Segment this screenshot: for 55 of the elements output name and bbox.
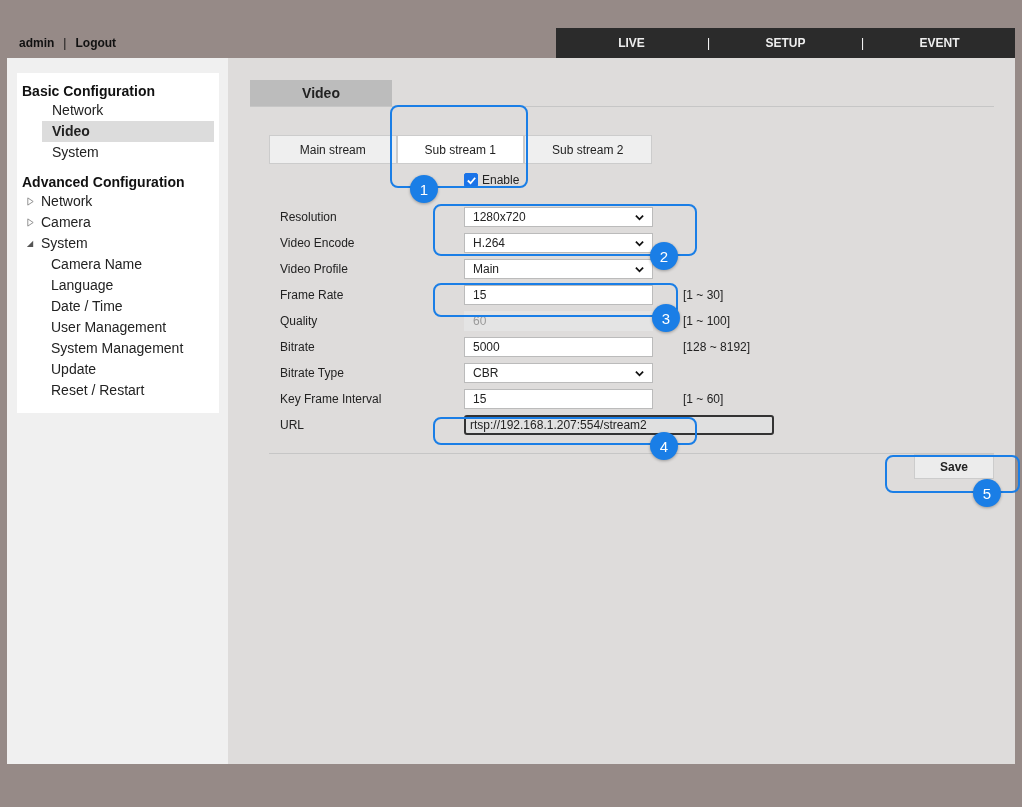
input-field[interactable]: 15 xyxy=(464,285,653,305)
tree-item[interactable]: Network xyxy=(22,191,214,212)
dropdown[interactable]: H.264 xyxy=(464,233,653,253)
dropdown[interactable]: Main xyxy=(464,259,653,279)
field-label: Quality xyxy=(280,314,319,328)
separator-text: | xyxy=(63,36,67,50)
sidebar-item[interactable]: User Management xyxy=(22,317,214,338)
section-title: Basic Configuration xyxy=(22,83,156,100)
field-label: Video Encode xyxy=(280,236,356,250)
dropdown[interactable]: CBR xyxy=(464,363,653,383)
chevron-down-icon xyxy=(635,368,644,378)
range-hint: [128 ~ 8192] xyxy=(683,340,751,354)
stream-tab[interactable]: Sub stream 1 xyxy=(396,135,524,164)
nav-tab[interactable]: SETUP xyxy=(710,36,861,50)
range-hint: [1 ~ 60] xyxy=(683,392,724,406)
section-title: Advanced Configuration xyxy=(22,174,186,191)
dropdown[interactable]: 1280x720 xyxy=(464,207,653,227)
sidebar-item[interactable]: Reset / Restart xyxy=(22,380,214,401)
sidebar-item[interactable]: Date / Time xyxy=(22,296,214,317)
chevron-down-icon xyxy=(635,264,644,274)
field-label: URL xyxy=(280,418,305,432)
sidebar-item[interactable]: System Management xyxy=(22,338,214,359)
user-name: admin xyxy=(19,36,55,50)
field-label: Video Profile xyxy=(280,262,349,276)
sidebar-item[interactable]: Video xyxy=(42,121,214,142)
field-label: Bitrate Type xyxy=(280,366,345,380)
nav-tab[interactable]: EVENT xyxy=(864,36,1015,50)
chevron-down-icon xyxy=(635,238,644,248)
field-label: Key Frame Interval xyxy=(280,392,383,406)
tree-item[interactable]: System xyxy=(22,233,214,254)
sidebar-item[interactable]: Update xyxy=(22,359,214,380)
sidebar-item[interactable]: Camera Name xyxy=(22,254,214,275)
enable-label: Enable xyxy=(482,173,520,187)
nav-separator: | xyxy=(860,36,865,50)
tree-item[interactable]: Camera xyxy=(22,212,214,233)
field-label: Frame Rate xyxy=(280,288,345,302)
nav-tab[interactable]: LIVE xyxy=(556,36,707,50)
stream-tab[interactable]: Sub stream 2 xyxy=(524,135,652,164)
nav-separator: | xyxy=(706,36,711,50)
field-label: Resolution xyxy=(280,210,338,224)
stream-tab[interactable]: Main stream xyxy=(269,135,397,164)
save-button[interactable]: Save xyxy=(914,454,994,479)
url-field[interactable]: rtsp://192.168.1.207:554/stream2 xyxy=(464,415,774,435)
sidebar-item[interactable]: Language xyxy=(22,275,214,296)
range-hint: [1 ~ 30] xyxy=(683,288,724,302)
sidebar-item[interactable]: System xyxy=(42,142,214,163)
chevron-down-icon xyxy=(635,212,644,222)
range-hint: [1 ~ 100] xyxy=(683,314,731,328)
enable-checkbox[interactable] xyxy=(464,173,478,187)
field-label: Bitrate xyxy=(280,340,316,354)
logout-link[interactable]: Logout xyxy=(75,36,117,50)
page-tab[interactable]: Video xyxy=(250,80,392,106)
input-field[interactable]: 15 xyxy=(464,389,653,409)
input-field[interactable]: 5000 xyxy=(464,337,653,357)
sidebar-item[interactable]: Network xyxy=(42,100,214,121)
